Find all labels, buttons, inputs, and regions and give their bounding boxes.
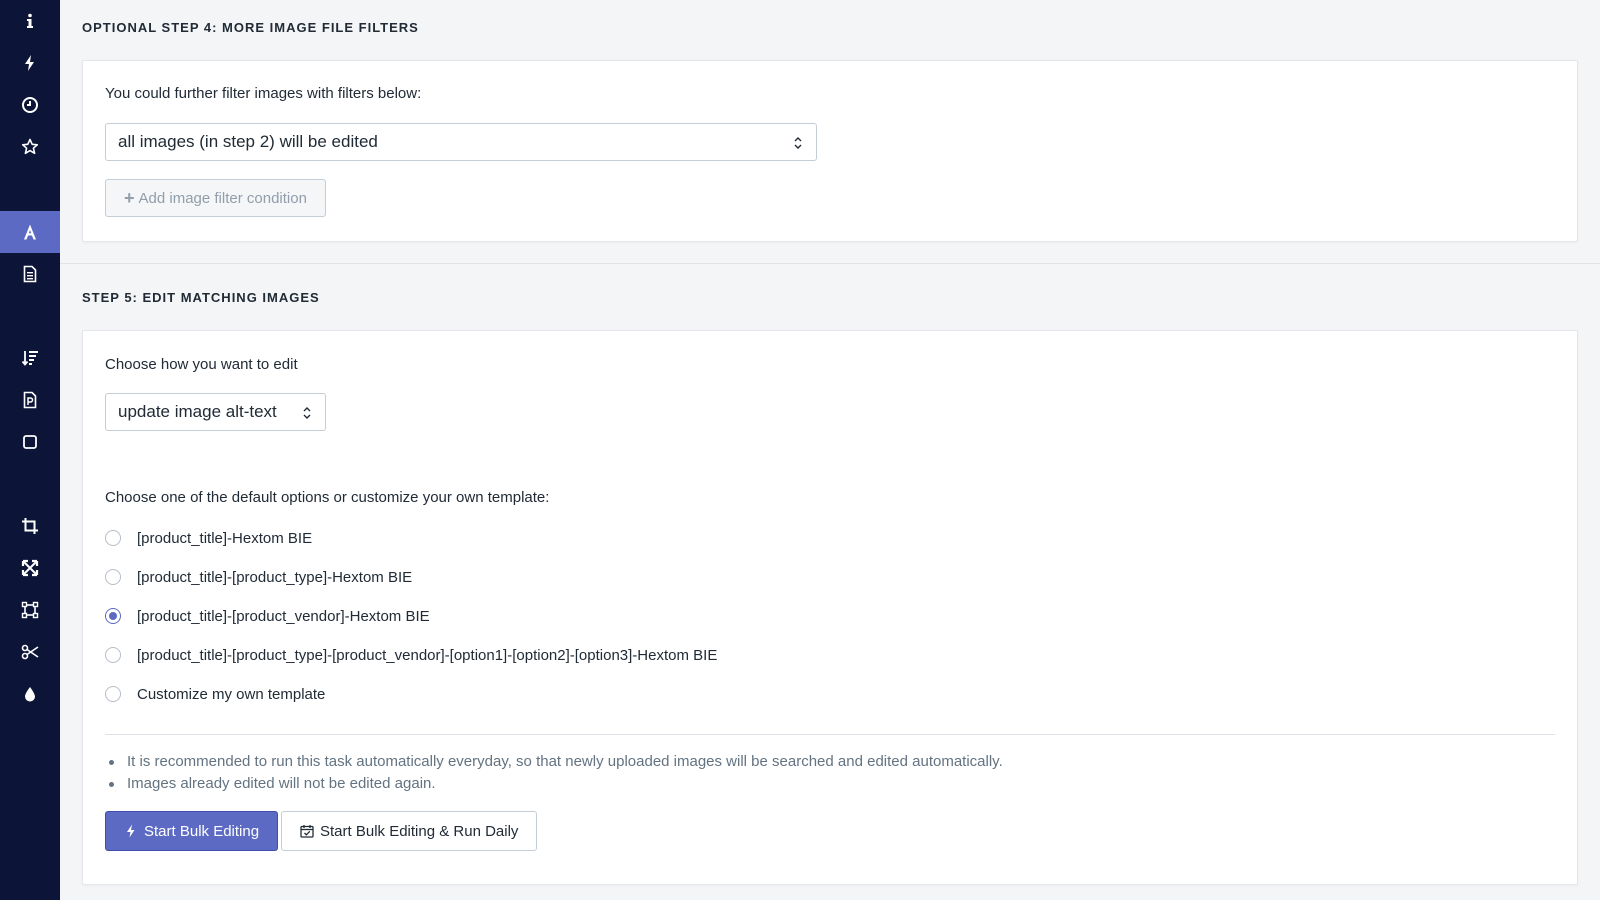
- resize-icon: [21, 601, 39, 619]
- sidebar-item-sort[interactable]: [0, 337, 60, 379]
- template-option-label: Customize my own template: [137, 685, 326, 703]
- radio-button[interactable]: [105, 530, 121, 546]
- alt-text-icon: [24, 224, 36, 240]
- template-option-3[interactable]: [product_title]-[product_vendor]-Hextom …: [105, 605, 430, 627]
- radio-button[interactable]: [105, 569, 121, 585]
- sort-icon: [21, 351, 38, 366]
- drop-icon: [25, 687, 35, 702]
- start-bulk-editing-daily-label: Start Bulk Editing & Run Daily: [320, 822, 519, 840]
- note-item: Images already edited will not be edited…: [105, 773, 1003, 795]
- sidebar-item-crop[interactable]: [0, 505, 60, 547]
- step4-intro: You could further filter images with fil…: [105, 85, 422, 102]
- square-icon: [23, 435, 37, 449]
- plus-icon: +: [124, 188, 135, 208]
- step4-card: You could further filter images with fil…: [82, 60, 1578, 242]
- sidebar-item-info[interactable]: [0, 0, 60, 42]
- add-image-filter-label: Add image filter condition: [138, 189, 307, 207]
- sidebar-item-star[interactable]: [0, 126, 60, 168]
- template-option-4[interactable]: [product_title]-[product_type]-[product_…: [105, 644, 717, 666]
- calendar-check-icon: [300, 825, 314, 838]
- step4-title: OPTIONAL STEP 4: MORE IMAGE FILE FILTERS: [82, 20, 419, 35]
- start-bulk-editing-label: Start Bulk Editing: [144, 822, 260, 840]
- note-item: It is recommended to run this task autom…: [105, 751, 1003, 773]
- image-filter-select[interactable]: all images (in step 2) will be edited: [105, 123, 817, 161]
- document-icon: [23, 265, 37, 283]
- select-caret-icon: [303, 407, 311, 419]
- add-image-filter-button[interactable]: + Add image filter condition: [105, 179, 326, 217]
- sidebar-item-document[interactable]: [0, 253, 60, 295]
- scissors-icon: [21, 644, 39, 660]
- sidebar-item-alt-text[interactable]: [0, 211, 60, 253]
- template-option-2[interactable]: [product_title]-[product_type]-Hextom BI…: [105, 566, 412, 588]
- template-option-label: [product_title]-Hextom BIE: [137, 529, 313, 547]
- template-option-label: [product_title]-[product_type]-[product_…: [137, 646, 718, 664]
- sidebar-item-file-p[interactable]: [0, 379, 60, 421]
- sidebar-item-expand[interactable]: [0, 547, 60, 589]
- sidebar: [0, 0, 60, 900]
- template-option-label: [product_title]-[product_vendor]-Hextom …: [137, 607, 430, 625]
- star-icon: [21, 138, 39, 155]
- start-bulk-editing-button[interactable]: Start Bulk Editing: [105, 811, 279, 851]
- start-bulk-editing-daily-button[interactable]: Start Bulk Editing & Run Daily: [281, 811, 538, 851]
- template-option-custom[interactable]: Customize my own template: [105, 683, 325, 705]
- section-divider: [60, 263, 1600, 264]
- select-caret-icon: [794, 137, 802, 149]
- bolt-icon: [127, 824, 135, 838]
- sidebar-item-square[interactable]: [0, 421, 60, 463]
- info-icon: [27, 13, 33, 28]
- file-p-icon: [23, 391, 37, 409]
- card-divider: [105, 734, 1555, 735]
- crop-icon: [22, 518, 38, 534]
- step5-title: STEP 5: EDIT MATCHING IMAGES: [82, 290, 320, 305]
- edit-method-select[interactable]: update image alt-text: [105, 393, 326, 431]
- edit-method-label: Choose how you want to edit: [105, 356, 298, 373]
- sidebar-item-resize[interactable]: [0, 589, 60, 631]
- radio-button-selected[interactable]: [105, 608, 121, 624]
- template-option-1[interactable]: [product_title]-Hextom BIE: [105, 527, 312, 549]
- edit-method-select-value: update image alt-text: [118, 402, 277, 421]
- radio-button[interactable]: [105, 686, 121, 702]
- step5-card: Choose how you want to edit update image…: [82, 330, 1578, 885]
- bolt-icon: [25, 55, 34, 71]
- template-option-label: [product_title]-[product_type]-Hextom BI…: [137, 568, 413, 586]
- sidebar-item-clock[interactable]: [0, 84, 60, 126]
- sidebar-item-bolt[interactable]: [0, 42, 60, 84]
- image-filter-select-value: all images (in step 2) will be edited: [118, 132, 378, 151]
- main-content: OPTIONAL STEP 4: MORE IMAGE FILE FILTERS…: [60, 0, 1600, 900]
- template-label: Choose one of the default options or cus…: [105, 489, 550, 506]
- expand-icon: [21, 559, 39, 577]
- sidebar-item-scissors[interactable]: [0, 631, 60, 673]
- notes-list: It is recommended to run this task autom…: [105, 751, 1003, 795]
- sidebar-item-drop[interactable]: [0, 673, 60, 715]
- clock-icon: [22, 97, 38, 113]
- radio-button[interactable]: [105, 647, 121, 663]
